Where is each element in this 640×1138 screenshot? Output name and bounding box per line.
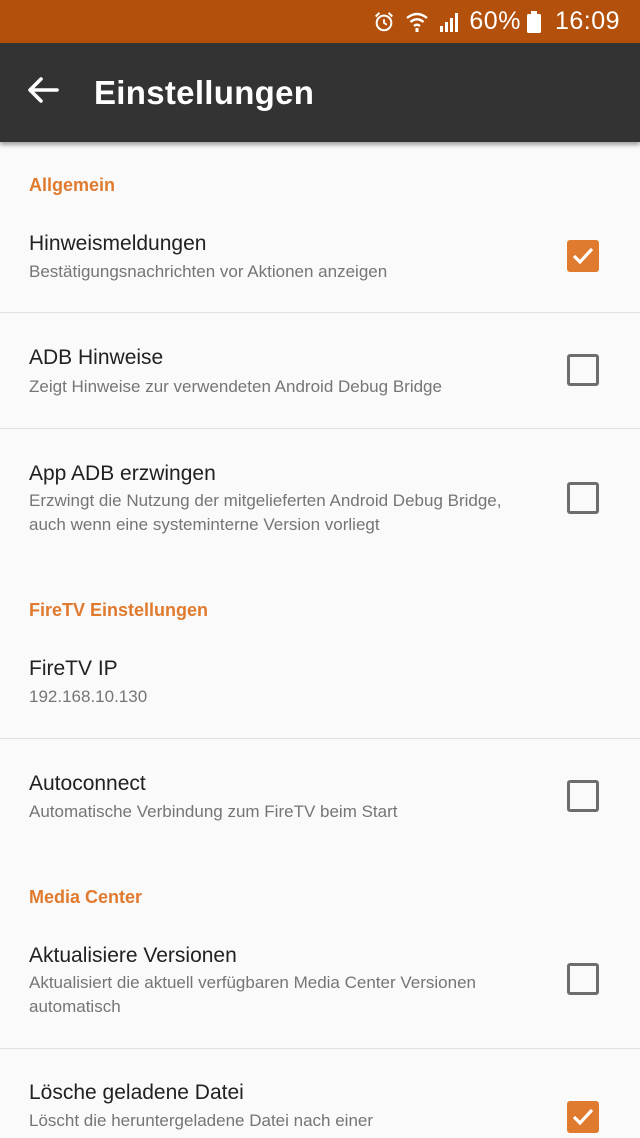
pref-subtitle: Automatische Verbindung zum FireTV beim … [29, 802, 398, 821]
back-button[interactable] [0, 43, 86, 142]
battery-percent: 60% [469, 7, 521, 35]
autoconnect-checkbox[interactable] [567, 780, 599, 812]
pref-subtitle: Erzwingt die Nutzung der mitgelieferten … [29, 491, 502, 534]
pref-delete-downloaded[interactable]: Lösche geladene Datei Löscht die herunte… [0, 1049, 640, 1138]
pref-value: 192.168.10.130 [29, 687, 148, 706]
pref-force-app-adb[interactable]: App ADB erzwingen Erzwingt die Nutzung d… [0, 429, 640, 559]
arrow-back-icon [27, 76, 59, 109]
check-icon [572, 247, 594, 265]
pref-title: ADB Hinweise [29, 346, 164, 369]
update-versions-checkbox[interactable] [567, 963, 599, 995]
pref-autoconnect[interactable]: Autoconnect Automatische Verbindung zum … [0, 739, 640, 854]
pref-subtitle: Aktualisiert die aktuell verfügbaren Med… [29, 973, 476, 1016]
pref-title: Lösche geladene Datei [29, 1081, 244, 1104]
force-app-adb-checkbox[interactable] [567, 482, 599, 514]
pref-title: Autoconnect [29, 772, 146, 795]
alarm-icon [373, 11, 395, 33]
clock: 16:09 [554, 7, 620, 35]
pref-subtitle: Zeigt Hinweise zur verwendeten Android D… [29, 377, 442, 396]
pref-title: Aktualisiere Versionen [29, 944, 237, 967]
pref-subtitle: Löscht die heruntergeladene Datei nach e… [29, 1111, 374, 1130]
pref-title: FireTV IP [29, 657, 118, 680]
section-header-firetv: FireTV Einstellungen [29, 600, 209, 620]
page-title: Einstellungen [94, 73, 315, 111]
adb-hints-checkbox[interactable] [567, 354, 599, 386]
signal-icon [439, 11, 461, 33]
hints-checkbox[interactable] [567, 240, 599, 272]
pref-title: Hinweismeldungen [29, 232, 207, 255]
pref-firetv-ip[interactable]: FireTV IP 192.168.10.130 [0, 637, 640, 737]
section-header-general: Allgemein [29, 175, 116, 195]
check-icon [572, 1108, 594, 1126]
pref-hints[interactable]: Hinweismeldungen Bestätigungsnachrichten… [0, 212, 640, 312]
pref-update-versions[interactable]: Aktualisiere Versionen Aktualisiert die … [0, 917, 640, 1047]
settings-screen: 60% 16:09 Einstellungen Allgemein Hinwei… [0, 0, 640, 1138]
app-bar: Einstellungen [0, 43, 640, 142]
wifi-icon [405, 11, 429, 33]
battery-icon [526, 10, 541, 33]
pref-subtitle: Bestätigungsnachrichten vor Aktionen anz… [29, 262, 388, 281]
status-bar: 60% 16:09 [0, 0, 640, 43]
pref-title: App ADB erzwingen [29, 462, 216, 485]
pref-adb-hints[interactable]: ADB Hinweise Zeigt Hinweise zur verwende… [0, 313, 640, 428]
delete-downloaded-checkbox[interactable] [567, 1101, 599, 1133]
section-header-media-center: Media Center [29, 887, 143, 907]
